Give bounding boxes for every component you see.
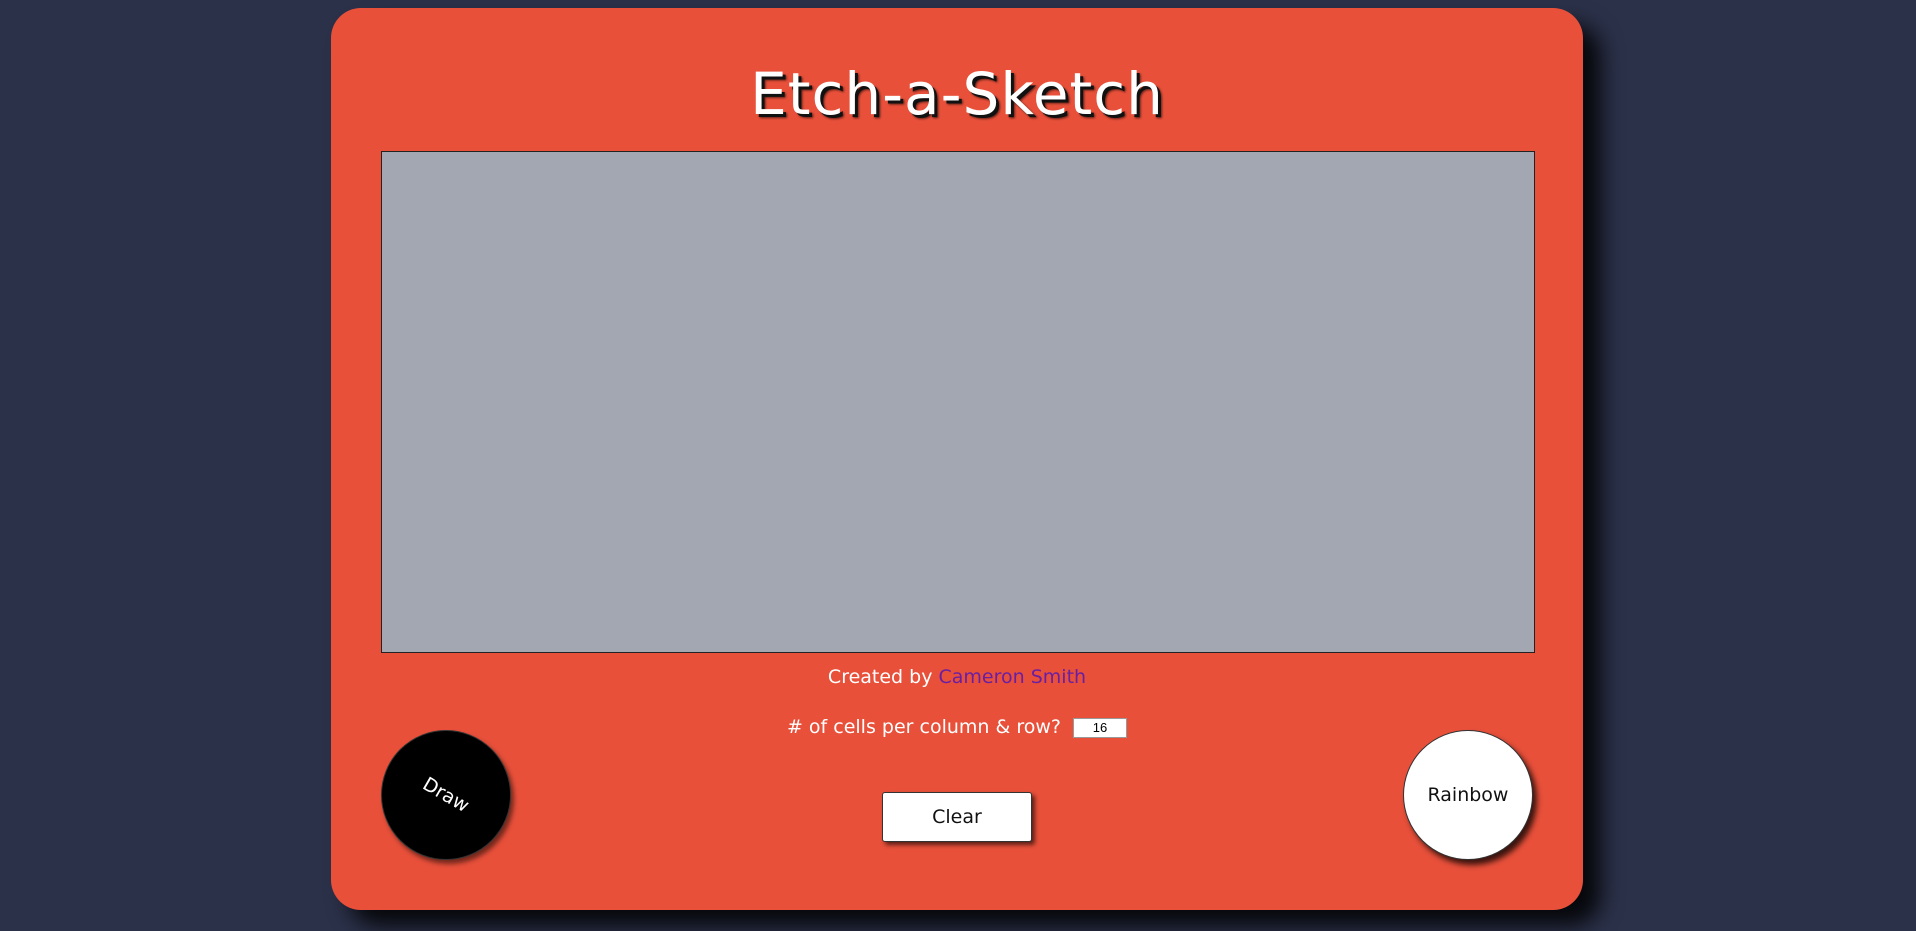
draw-knob-button[interactable]: Draw	[381, 730, 511, 860]
etch-a-sketch-frame: Etch-a-Sketch Created by Cameron Smith #…	[331, 8, 1583, 910]
clear-button[interactable]: Clear	[882, 792, 1032, 842]
grid-size-label: # of cells per column & row?	[786, 716, 1061, 738]
author-link[interactable]: Cameron Smith	[939, 666, 1087, 688]
rainbow-knob-button[interactable]: Rainbow	[1403, 730, 1533, 860]
draw-label: Draw	[419, 773, 473, 817]
credit-line: Created by Cameron Smith	[331, 666, 1583, 688]
grid-size-input[interactable]	[1073, 717, 1128, 738]
grid-size-control: # of cells per column & row?	[331, 716, 1583, 738]
rainbow-label: Rainbow	[1427, 784, 1509, 806]
app-title: Etch-a-Sketch	[750, 60, 1164, 128]
drawing-grid[interactable]	[381, 151, 1535, 653]
credit-prefix: Created by	[827, 666, 933, 688]
